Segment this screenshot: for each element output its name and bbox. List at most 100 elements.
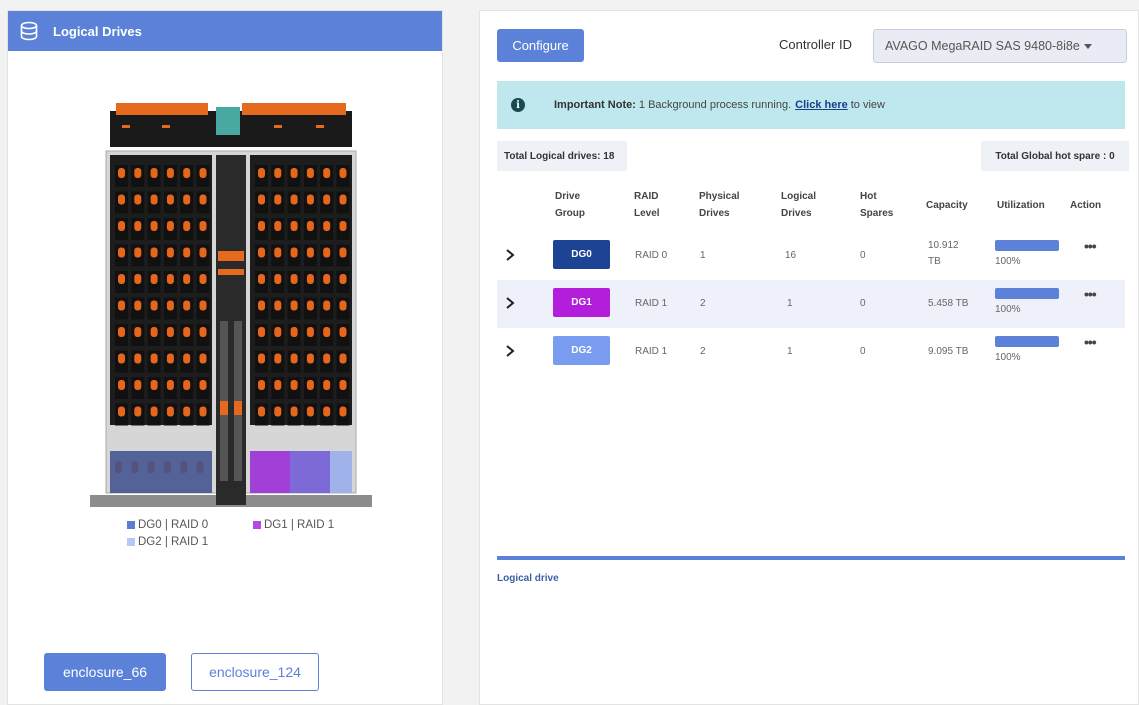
drive-handle [323, 247, 331, 258]
legend-dg2: DG2 | RAID 1 [127, 536, 208, 548]
drive-handle [199, 406, 207, 417]
legend-swatch [127, 538, 135, 546]
drive-handle [323, 353, 331, 364]
drive-handle [339, 300, 347, 311]
th-line: Group [555, 208, 585, 219]
drive-handle [306, 353, 314, 364]
drive-handle [290, 353, 298, 364]
drive-handle [306, 406, 314, 417]
drive-handle [166, 168, 174, 178]
drive-handle [258, 168, 265, 178]
drive-handle [258, 406, 265, 417]
logical-drives-cell: 1 [787, 346, 793, 357]
drive-handle [134, 168, 142, 178]
drive-handle [199, 194, 207, 205]
drive-handle [134, 194, 142, 205]
more-actions-icon[interactable]: ••• [1084, 286, 1097, 302]
chevron-right-icon[interactable] [503, 343, 517, 359]
drive-handle [183, 327, 191, 337]
drive-handle [339, 353, 347, 364]
enclosure-image[interactable] [88, 101, 372, 511]
drive-handle [118, 300, 125, 311]
drive-handle [150, 406, 158, 417]
drive-handle [166, 274, 174, 284]
capacity-cell: 10.912 TB [928, 240, 959, 267]
drive-handle [183, 300, 191, 311]
drive-handle [306, 247, 314, 258]
th-hot-spares: Hot Spares [860, 188, 893, 222]
drive-handle [166, 406, 174, 417]
hot-spares-cell: 0 [860, 250, 866, 261]
physical-drives-cell: 1 [700, 250, 706, 261]
drive-handle [274, 300, 282, 311]
panel-title: Logical Drives [53, 23, 142, 39]
controller-id-select[interactable]: AVAGO MegaRAID SAS 9480-8i8e [873, 29, 1127, 63]
drive-handle [150, 327, 158, 337]
enclosure-66-button[interactable]: enclosure_66 [44, 653, 166, 691]
drive-handle [290, 327, 298, 337]
drive-handle [199, 300, 207, 311]
drive-handle [274, 274, 282, 284]
drive-handle [183, 274, 191, 284]
drive-handle [150, 353, 158, 364]
enclosure-panel: Logical Drives DG0 | RAID 0 DG1 | RAID 1… [7, 10, 443, 705]
total-global-hot-spare: Total Global hot spare : 0 [981, 141, 1129, 171]
legend-dg1: DG1 | RAID 1 [253, 519, 334, 531]
chevron-right-icon[interactable] [503, 247, 517, 263]
more-actions-icon[interactable]: ••• [1084, 238, 1097, 254]
drive-group-badge[interactable]: DG0 [553, 240, 610, 269]
drive-handle [118, 380, 125, 390]
utilization-percent: 100% [995, 304, 1021, 315]
section-divider [497, 556, 1125, 560]
note-text: 1 Background process running. [638, 99, 792, 111]
th-drive-group: Drive Group [555, 188, 585, 222]
logical-drives-cell: 16 [785, 250, 797, 261]
drive-group-badge[interactable]: DG1 [553, 288, 610, 317]
configure-button[interactable]: Configure [497, 29, 584, 62]
drive-handle [258, 380, 265, 390]
drive-handle [258, 327, 265, 337]
drive-handle [150, 380, 158, 390]
drive-handle [150, 300, 158, 311]
drive-handle [134, 247, 142, 258]
drive-handle [166, 247, 174, 258]
hot-spares-cell: 0 [860, 298, 866, 309]
drive-handle [183, 168, 191, 178]
drive-handle [150, 247, 158, 258]
drive-handle [166, 327, 174, 337]
table-row[interactable]: DG2 RAID 1 2 1 0 9.095 TB 100% ••• [497, 328, 1125, 376]
panel-header: Logical Drives [8, 11, 442, 51]
drive-handle [118, 247, 125, 258]
drive-handle [166, 300, 174, 311]
more-actions-icon[interactable]: ••• [1084, 334, 1097, 350]
drive-handle [290, 274, 298, 284]
drive-handle [166, 380, 174, 390]
click-here-link[interactable]: Click here [795, 99, 848, 111]
drive-handle [306, 194, 314, 205]
table-row[interactable]: DG1 RAID 1 2 1 0 5.458 TB 100% ••• [497, 280, 1125, 328]
drive-handle [199, 274, 207, 284]
legend-swatch [253, 521, 261, 529]
drive-handle [274, 353, 282, 364]
drive-handle [258, 353, 265, 364]
drive-handle [134, 353, 142, 364]
drive-handle [323, 274, 331, 284]
chevron-right-icon[interactable] [503, 295, 517, 311]
table-row[interactable]: DG0 RAID 0 1 16 0 10.912 TB 100% ••• [497, 232, 1125, 280]
drive-handle [183, 194, 191, 205]
drive-handle [258, 247, 265, 258]
th-raid-level: RAID Level [634, 188, 660, 222]
drive-handle [339, 274, 347, 284]
enclosure-124-button[interactable]: enclosure_124 [191, 653, 319, 691]
drive-handle [290, 406, 298, 417]
th-capacity: Capacity [926, 200, 968, 211]
logical-drives-panel: Configure Controller ID AVAGO MegaRAID S… [479, 10, 1139, 705]
physical-drives-cell: 2 [700, 298, 706, 309]
drive-group-badge[interactable]: DG2 [553, 336, 610, 365]
legend-label: DG0 | RAID 0 [138, 519, 209, 531]
drive-handle [274, 194, 282, 205]
drive-handle [258, 274, 265, 284]
drive-handle [339, 168, 347, 178]
drive-handle [118, 221, 125, 231]
drive-handle [274, 380, 282, 390]
